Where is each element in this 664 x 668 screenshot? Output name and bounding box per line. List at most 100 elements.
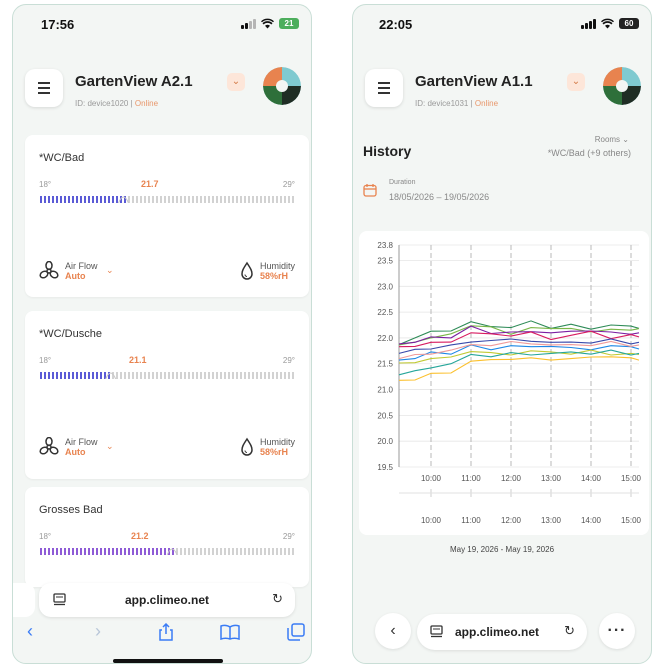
scale-tick xyxy=(204,196,206,203)
scale-tick xyxy=(228,196,230,203)
droplet-icon xyxy=(241,261,253,280)
tabs-icon[interactable] xyxy=(287,623,305,641)
y-tick-label: 21.0 xyxy=(377,386,393,395)
scale-tick xyxy=(212,548,214,555)
scale-tick xyxy=(148,196,150,203)
room-card[interactable]: *WC/Dusche 18° 21.1 29° Air Flow Auto ⌄ H… xyxy=(25,311,309,479)
menu-button[interactable] xyxy=(25,69,63,107)
temp-current: 21.2 xyxy=(131,531,149,541)
scale-tick xyxy=(60,196,62,203)
y-tick-label: 23.5 xyxy=(377,256,393,265)
scale-tick xyxy=(68,196,70,203)
back-icon: ‹ xyxy=(390,622,396,639)
y-tick-label: 22.5 xyxy=(377,308,393,317)
x-tick-label: 15:00 xyxy=(621,474,642,483)
address-bar[interactable]: app.climeo.net ↻ xyxy=(39,583,295,617)
scale-tick xyxy=(276,196,278,203)
scale-tick xyxy=(284,548,286,555)
menu-button[interactable] xyxy=(365,69,403,107)
online-status: Online xyxy=(474,99,499,108)
scale-tick xyxy=(76,548,78,555)
scale-tick xyxy=(292,548,294,555)
x-tick-label-secondary: 11:00 xyxy=(461,516,481,525)
temp-current: 21.7 xyxy=(141,179,159,189)
reload-icon[interactable]: ↻ xyxy=(272,591,283,607)
temperature-scale[interactable] xyxy=(39,193,295,203)
scale-tick xyxy=(52,548,54,555)
y-tick-label: 19.5 xyxy=(377,463,393,472)
temperature-scale[interactable] xyxy=(39,369,295,379)
scale-tick xyxy=(68,372,70,379)
scale-tick xyxy=(220,372,222,379)
calendar-icon[interactable] xyxy=(363,183,377,197)
scale-tick xyxy=(284,372,286,379)
x-tick-label-secondary: 12:00 xyxy=(501,516,522,525)
scale-tick xyxy=(68,548,70,555)
scale-tick xyxy=(108,196,110,203)
chevron-down-icon: ⌄ xyxy=(622,135,629,144)
status-icons: 21 xyxy=(241,18,299,29)
droplet-icon xyxy=(241,437,253,456)
scale-tick xyxy=(140,196,142,203)
humidity-value: 58%rH xyxy=(259,271,288,281)
scale-tick xyxy=(216,196,218,203)
back-icon[interactable]: ‹ xyxy=(27,621,33,642)
device-dropdown-button[interactable]: ⌄ xyxy=(227,73,245,91)
room-card[interactable]: *WC/Bad 18° 21.7 29° Air Flow Auto ⌄ Humi… xyxy=(25,135,309,297)
scale-tick xyxy=(288,372,290,379)
scale-tick xyxy=(200,196,202,203)
scale-tick xyxy=(164,372,166,379)
air-flow-control[interactable]: Air Flow Auto ⌄ xyxy=(39,260,114,286)
scale-tick xyxy=(88,548,90,555)
scale-tick xyxy=(264,372,266,379)
more-button[interactable]: ··· xyxy=(599,613,635,649)
reload-icon[interactable]: ↻ xyxy=(564,623,575,639)
scale-tick xyxy=(252,372,254,379)
rooms-selector[interactable]: Rooms ⌄ xyxy=(595,135,629,144)
y-tick-label: 22.0 xyxy=(377,334,393,343)
scale-tick xyxy=(56,372,58,379)
share-icon[interactable] xyxy=(158,623,174,641)
scale-tick xyxy=(72,196,74,203)
scale-tick xyxy=(200,548,202,555)
scale-tick xyxy=(48,196,50,203)
duration-value[interactable]: 18/05/2026 – 19/05/2026 xyxy=(389,192,489,202)
scale-tick xyxy=(80,196,82,203)
scale-tick xyxy=(292,372,294,379)
chart-date-caption: May 19, 2026 - May 19, 2026 xyxy=(449,545,555,554)
air-flow-control[interactable]: Air Flow Auto ⌄ xyxy=(39,436,114,462)
scale-tick xyxy=(292,196,294,203)
y-tick-label: 21.5 xyxy=(377,360,393,369)
bookmarks-icon[interactable] xyxy=(220,624,240,640)
device-dropdown-button[interactable]: ⌄ xyxy=(567,73,585,91)
scale-tick xyxy=(192,548,194,555)
forward-icon[interactable]: › xyxy=(95,621,101,642)
wifi-icon xyxy=(601,18,614,29)
avatar[interactable] xyxy=(263,67,301,105)
x-tick-label: 11:00 xyxy=(461,474,481,483)
rooms-selection[interactable]: *WC/Bad (+9 others) xyxy=(548,148,631,158)
address-bar[interactable]: app.climeo.net ↻ xyxy=(417,614,587,650)
scale-tick xyxy=(196,372,198,379)
avatar[interactable] xyxy=(603,67,641,105)
line-chart[interactable]: 23.8 23.5 23.0 22.5 22.0 21.5 21.0 20.5 20.0 19.5… xyxy=(359,231,649,535)
room-card[interactable]: Grosses Bad 18° 21.2 29° xyxy=(25,487,309,587)
back-button[interactable]: ‹ xyxy=(375,613,411,649)
scale-tick xyxy=(220,548,222,555)
history-chart[interactable]: 23.8 23.5 23.0 22.5 22.0 21.5 21.0 20.5 20.0 19.5… xyxy=(359,231,649,535)
separator: | xyxy=(130,99,133,108)
humidity-display: Humidity 58%rH xyxy=(240,437,295,457)
scale-tick xyxy=(40,548,42,555)
temperature-scale[interactable] xyxy=(39,545,295,555)
chevron-down-icon: ⌄ xyxy=(106,265,114,275)
scale-tick xyxy=(280,196,282,203)
humidity-label: Humidity xyxy=(259,437,295,447)
air-flow-label: Air Flow xyxy=(65,261,98,271)
previous-tab-edge[interactable] xyxy=(13,583,35,617)
scale-tick xyxy=(88,196,90,203)
page-tab-icon[interactable] xyxy=(430,625,443,638)
scale-tick xyxy=(200,372,202,379)
separator: | xyxy=(470,99,473,108)
humidity-value: 58%rH xyxy=(259,447,288,457)
online-status: Online xyxy=(134,99,159,108)
